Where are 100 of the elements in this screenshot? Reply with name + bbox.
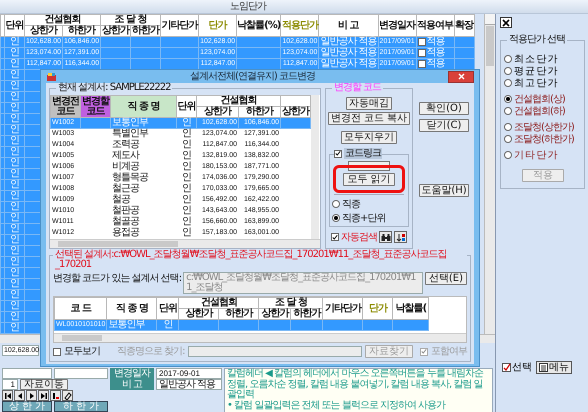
binoculars-icon[interactable]	[379, 231, 392, 243]
last-icon[interactable]	[38, 390, 49, 401]
checkbox[interactable]	[418, 38, 426, 46]
column-header[interactable]: 변경전 코드	[50, 96, 80, 118]
app-icon	[46, 72, 57, 82]
radio-button[interactable]	[504, 123, 512, 131]
table-cell: 일반공사 적용	[320, 59, 377, 69]
table-cell-text: 인	[181, 118, 192, 128]
field-label: 변경일자	[110, 368, 154, 379]
checkbox[interactable]	[334, 150, 342, 158]
checkbox-label: 적용	[426, 59, 445, 69]
table-cell-text: 철공	[112, 195, 132, 205]
checkbox[interactable]	[418, 60, 426, 68]
sort-icon[interactable]	[394, 231, 407, 243]
checkbox-label: 모두보기	[64, 346, 100, 357]
dialog-button[interactable]: 확인(O)	[419, 102, 469, 115]
field-label: 변경할 코드가 있는 설계서 선택:	[53, 272, 182, 284]
scrollbar[interactable]	[311, 95, 319, 239]
table-cell-text: 인	[181, 129, 192, 139]
dialog-title: 설계서전체(연결유지) 코드변경	[190, 71, 315, 82]
radio-label[interactable]: 건설협회(상)	[514, 94, 565, 104]
radio-label[interactable]: 조달청(하한가)	[514, 134, 574, 144]
checkbox[interactable]	[331, 233, 339, 241]
scrollbar[interactable]	[54, 333, 466, 342]
search-field[interactable]	[188, 346, 362, 357]
scrollbar[interactable]	[484, 14, 495, 334]
radio-label[interactable]: 조달청(상한가)	[514, 122, 574, 132]
first-icon[interactable]	[2, 390, 13, 401]
note-field[interactable]: 일반공사 적용	[156, 379, 222, 390]
checkbox[interactable]	[53, 348, 61, 356]
next-icon[interactable]	[26, 390, 37, 401]
radio-label[interactable]: 직종	[342, 198, 360, 210]
table-cell-text: 인	[181, 206, 192, 216]
radio-button[interactable]	[504, 151, 512, 159]
radio-label[interactable]: 직종+단위	[342, 212, 386, 224]
radio-label[interactable]: 건설협회(하)	[514, 106, 565, 116]
checkbox-label: 자동검색	[341, 232, 377, 242]
close-button[interactable]	[448, 70, 474, 82]
table-cell-text: 인	[9, 224, 20, 234]
column-header[interactable]: 변경할 코드	[80, 96, 110, 118]
previous-icon[interactable]	[14, 390, 25, 401]
table-cell-text: 용접공	[112, 228, 140, 238]
radio-label[interactable]: 최 소 단 가	[514, 54, 557, 64]
select-button[interactable]: 선택	[500, 361, 534, 374]
dialog-button[interactable]: 닫기(C)	[419, 119, 469, 132]
table-cell-text: 철판공	[112, 206, 140, 216]
radio-button[interactable]	[504, 135, 512, 143]
eraser-icon[interactable]	[62, 390, 73, 401]
select-button[interactable]: 선택(E)	[424, 272, 467, 285]
dialog-button[interactable]: 도움말(H)	[419, 184, 469, 197]
page-field[interactable]: 1	[2, 379, 18, 390]
selected-file-label: 선택된 설계서:c:₩OWL_조달청월₩조달청_표준공사코드집_170201₩11_조달청_표준공사코드집_170201	[53, 250, 467, 270]
radio-label[interactable]: 최 고 단 가	[514, 78, 557, 88]
radio-button[interactable]	[504, 55, 512, 63]
table-cell-text: 인	[9, 202, 20, 212]
radio-button[interactable]	[504, 107, 512, 115]
close-icon[interactable]	[500, 17, 512, 28]
column-header[interactable]: 하한가	[132, 26, 160, 36]
radio-button[interactable]	[504, 79, 512, 87]
checkbox[interactable]	[420, 348, 428, 356]
radio-button[interactable]	[332, 200, 340, 208]
table-cell: 일반공사 적용	[320, 37, 377, 47]
table-cell-text: 보통인부	[108, 320, 146, 330]
radio-button[interactable]	[332, 214, 340, 222]
column-group-header: 건설협회	[220, 96, 256, 106]
field-label: 직종명으로 찾기:	[117, 346, 185, 357]
table-cell-text: 조력공	[112, 140, 140, 150]
table-cell-text: 인	[181, 173, 192, 183]
date-field[interactable]: 2017-09-01	[156, 368, 222, 379]
input-field[interactable]	[2, 368, 52, 379]
scrollbar[interactable]	[50, 239, 320, 248]
table-cell-text: 인	[162, 320, 174, 330]
column-header[interactable]: 코 드	[70, 304, 91, 314]
current-file-label: 현재 설계서: SAMPLE22222	[56, 83, 172, 93]
menu-button[interactable]: 메뉴	[536, 361, 572, 374]
code-button[interactable]: 모두지우기	[341, 131, 397, 144]
radio-label[interactable]: 평 균 단 가	[514, 66, 557, 76]
column-header[interactable]: 단위	[176, 96, 196, 118]
marker-icon[interactable]	[50, 390, 61, 401]
radio-button[interactable]	[504, 95, 512, 103]
checkbox-label: 포함여부	[431, 346, 467, 357]
checkbox-label: 코드링크	[344, 148, 382, 159]
code-button[interactable]: 자동매김	[346, 97, 392, 110]
table-cell-text: 인	[9, 268, 20, 278]
code-button[interactable]: 변경전 코드 복사	[328, 112, 410, 125]
radio-label[interactable]: 기 타 단 가	[514, 150, 557, 160]
column-header[interactable]: 직 종 명	[110, 96, 176, 118]
read-all-button[interactable]: 모두 읽기	[343, 173, 395, 186]
radio-button[interactable]	[504, 67, 512, 75]
table-cell-text: 인	[9, 37, 20, 47]
column-header[interactable]: 상한가	[102, 26, 130, 36]
window-title: 노임단가	[230, 1, 266, 12]
input-field[interactable]	[54, 368, 108, 379]
table-cell-text: 인	[9, 312, 20, 322]
table-cell-text: 인	[9, 103, 20, 113]
move-button[interactable]: 자료이동	[20, 379, 68, 390]
column-header[interactable]: 상한가	[282, 107, 309, 117]
table-cell-text: 비계공	[112, 162, 140, 172]
column-header[interactable]: 비 고	[338, 20, 359, 30]
checkbox[interactable]	[418, 49, 426, 57]
